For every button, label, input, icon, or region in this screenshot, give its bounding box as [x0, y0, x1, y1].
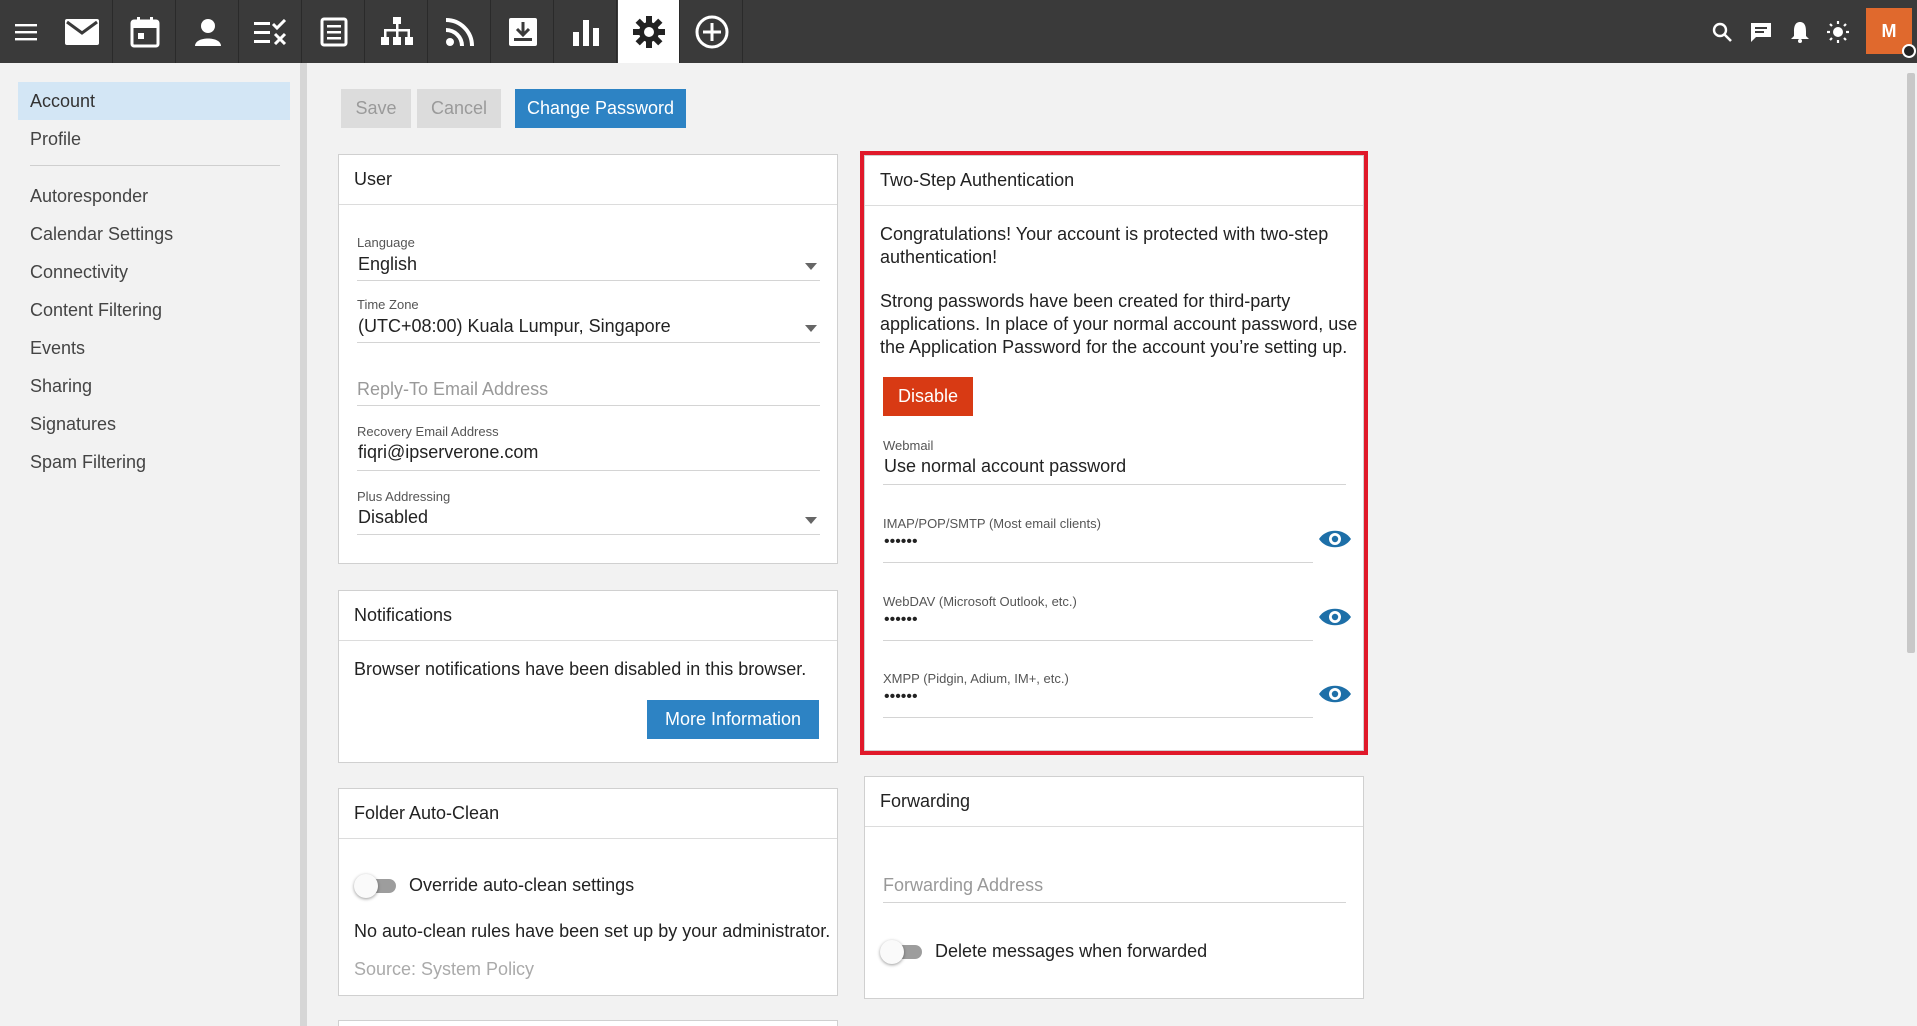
override-auto-clean-label: Override auto-clean settings [409, 875, 635, 895]
imap-password-field[interactable]: •••••• [884, 533, 918, 551]
tasks-icon[interactable] [240, 0, 302, 63]
xmpp-label: XMPP (Pidgin, Adium, IM+, etc.) [883, 671, 1069, 686]
xmpp-password-field[interactable]: •••••• [884, 688, 918, 706]
disable-button[interactable]: Disable [883, 377, 973, 416]
chevron-down-icon[interactable] [805, 517, 817, 524]
notifications-panel-title: Notifications [339, 591, 837, 641]
reply-to-email-field[interactable]: Reply-To Email Address [357, 379, 548, 400]
forwarding-title: Forwarding [865, 777, 1363, 827]
sidebar-divider [30, 165, 280, 166]
avatar-initial: M [1881, 20, 1897, 41]
chevron-down-icon[interactable] [805, 325, 817, 332]
forwarding-address-field[interactable]: Forwarding Address [883, 875, 1043, 896]
auto-clean-source: Source: System Policy [354, 959, 535, 979]
menu-icon[interactable] [0, 0, 51, 63]
sun-icon[interactable] [1822, 0, 1854, 63]
sidebar-item-content-filtering[interactable]: Content Filtering [18, 291, 290, 329]
settings-sidebar: Account Profile Autoresponder Calendar S… [0, 63, 307, 1026]
recovery-email-field[interactable]: fiqri@ipserverone.com [358, 442, 538, 463]
webdav-underline [883, 640, 1313, 641]
eye-icon[interactable] [1318, 605, 1352, 629]
sidebar-item-account[interactable]: Account [18, 82, 290, 120]
webmail-value: Use normal account password [884, 456, 1127, 476]
eye-icon[interactable] [1318, 527, 1352, 551]
notes-icon[interactable] [303, 0, 365, 63]
page-scrollbar[interactable] [1905, 63, 1917, 1026]
next-panel-edge [338, 1020, 838, 1026]
delete-when-forwarded-label: Delete messages when forwarded [935, 941, 1208, 961]
rss-icon[interactable] [429, 0, 491, 63]
two-step-auth-title: Two-Step Authentication [865, 156, 1363, 206]
status-badge [1902, 44, 1916, 58]
calendar-icon[interactable] [114, 0, 176, 63]
override-auto-clean-toggle[interactable] [354, 874, 398, 898]
avatar[interactable]: M [1866, 8, 1916, 58]
sidebar-item-spam-filtering[interactable]: Spam Filtering [18, 443, 290, 481]
eye-icon[interactable] [1318, 682, 1352, 706]
two-step-strong-passwords-text: Strong passwords have been created for t… [880, 291, 1358, 357]
sidebar-item-autoresponder[interactable]: Autoresponder [18, 177, 290, 215]
contacts-icon[interactable] [177, 0, 239, 63]
save-button[interactable]: Save [341, 89, 411, 128]
timezone-underline [357, 342, 820, 343]
cancel-button[interactable]: Cancel [417, 89, 501, 128]
chevron-down-icon[interactable] [805, 263, 817, 270]
recovery-email-underline [357, 470, 820, 471]
sidebar-item-events[interactable]: Events [18, 329, 290, 367]
download-icon[interactable] [492, 0, 554, 63]
recovery-email-label: Recovery Email Address [357, 424, 499, 439]
auto-clean-text: No auto-clean rules have been set up by … [354, 921, 831, 941]
language-select[interactable]: English [358, 254, 417, 275]
language-label: Language [357, 235, 415, 250]
forwarding-panel: Forwarding Forwarding Address Delete mes… [864, 776, 1364, 999]
sidebar-item-sharing[interactable]: Sharing [18, 367, 290, 405]
folder-auto-clean-panel: Folder Auto-Clean Override auto-clean se… [338, 788, 838, 996]
webmail-underline [883, 484, 1346, 485]
sidebar-item-calendar-settings[interactable]: Calendar Settings [18, 215, 290, 253]
xmpp-underline [883, 717, 1313, 718]
timezone-select[interactable]: (UTC+08:00) Kuala Lumpur, Singapore [358, 316, 671, 337]
plus-addressing-label: Plus Addressing [357, 489, 451, 504]
folder-auto-clean-title: Folder Auto-Clean [339, 789, 837, 839]
sidebar-item-profile[interactable]: Profile [18, 120, 290, 158]
reply-to-underline [357, 405, 820, 406]
change-password-button[interactable]: Change Password [515, 89, 686, 128]
settings-icon[interactable] [618, 0, 680, 63]
plus-addressing-select[interactable]: Disabled [358, 507, 428, 528]
delete-when-forwarded-toggle[interactable] [880, 940, 924, 964]
two-step-congrats-text: Congratulations! Your account is protect… [880, 224, 1329, 267]
timezone-label: Time Zone [357, 297, 419, 312]
chat-icon[interactable] [1745, 0, 1777, 63]
forwarding-address-underline [883, 902, 1346, 903]
imap-label: IMAP/POP/SMTP (Most email clients) [883, 516, 1101, 531]
mail-icon[interactable] [51, 0, 113, 63]
scrollbar-thumb[interactable] [1907, 73, 1915, 653]
plus-addressing-underline [357, 534, 820, 535]
webdav-label: WebDAV (Microsoft Outlook, etc.) [883, 594, 1077, 609]
bell-icon[interactable] [1784, 0, 1816, 63]
webmail-label: Webmail [883, 438, 934, 453]
sidebar-item-signatures[interactable]: Signatures [18, 405, 290, 443]
two-step-auth-panel: Two-Step Authentication Congratulations!… [864, 155, 1364, 751]
user-panel: User Language English Time Zone (UTC+08:… [338, 154, 838, 564]
top-bar: M [0, 0, 1917, 63]
notifications-text: Browser notifications have been disabled… [354, 659, 807, 679]
sidebar-item-connectivity[interactable]: Connectivity [18, 253, 290, 291]
search-icon[interactable] [1706, 0, 1738, 63]
chart-icon[interactable] [555, 0, 617, 63]
add-icon[interactable] [681, 0, 743, 63]
webdav-password-field[interactable]: •••••• [884, 611, 918, 629]
language-underline [357, 280, 820, 281]
imap-underline [883, 562, 1313, 563]
user-panel-title: User [339, 155, 837, 205]
more-information-button[interactable]: More Information [647, 700, 819, 739]
notifications-panel: Notifications Browser notifications have… [338, 590, 838, 763]
sitemap-icon[interactable] [366, 0, 428, 63]
